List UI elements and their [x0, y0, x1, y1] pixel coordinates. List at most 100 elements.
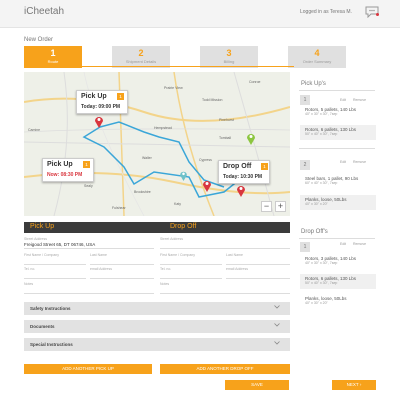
field-placeholder: email Address: [226, 267, 248, 271]
documents-accordion[interactable]: Documents: [24, 320, 290, 333]
callout-time: Now: 08:30 PM: [47, 172, 83, 178]
map-label: Brookshire: [134, 190, 151, 194]
divider: [299, 148, 375, 149]
map-label: Camine: [28, 128, 41, 132]
field-placeholder: email Address: [90, 267, 112, 271]
pickup-tel-field[interactable]: Tel. no.: [24, 266, 86, 279]
callout-title: Drop Off: [223, 163, 252, 170]
pickup-callout[interactable]: Pick Up 1 Now: 08:30 PM: [42, 158, 94, 182]
route-map[interactable]: Todd Mission Hempstead Brookshire Katy C…: [24, 72, 290, 216]
step-label: Route: [47, 59, 59, 64]
dropoff-tel-field[interactable]: Tel. no.: [160, 266, 222, 279]
accordion-label: Special Instructions: [30, 342, 73, 347]
step-progress-line: [30, 66, 294, 67]
remove-link[interactable]: Remove: [353, 98, 366, 102]
callout-title: Pick Up: [47, 161, 73, 168]
pickup-callout[interactable]: Pick Up 1 Today: 09:00 PM: [76, 90, 128, 114]
app-title: iCheetah: [24, 6, 65, 17]
map-label: Todd Mission: [202, 98, 223, 102]
pickup-notes-field[interactable]: Notes: [24, 281, 154, 294]
pickup-last-name-field[interactable]: Last Name: [90, 252, 154, 265]
dropoff-marker-icon[interactable]: [236, 184, 246, 197]
field-placeholder: Last Name: [226, 253, 243, 257]
pickup-street-field[interactable]: Street Address Freigood Street 65, DT 06…: [24, 236, 154, 249]
step-number: 4: [314, 48, 320, 58]
list-item: Rotors, 6 pallets, 130 Lbs 50" x 40" x 3…: [305, 127, 375, 136]
pickup-header: Pick Up: [30, 223, 55, 230]
safety-instructions-accordion[interactable]: Safety Instructions: [24, 302, 290, 315]
item-dims: 40" x 30" x 20": [305, 301, 328, 305]
map-label: Katy: [174, 202, 182, 206]
accordion-label: Safety Instructions: [30, 306, 71, 311]
logged-in-user[interactable]: Logged in as Teresa M.: [300, 9, 352, 15]
special-instructions-accordion[interactable]: Special Instructions: [24, 338, 290, 351]
dropoff-email-field[interactable]: email Address: [226, 266, 290, 279]
field-placeholder: Last Name: [90, 253, 107, 257]
dropoff-first-name-field[interactable]: First Name / Company: [160, 252, 222, 265]
pickup-marker-icon[interactable]: [94, 115, 104, 128]
step-number: 1: [50, 48, 56, 58]
step-order-summary[interactable]: 4 Order Summary: [288, 46, 346, 68]
field-placeholder: Street Address: [24, 237, 47, 241]
callout-time: Today: 09:00 PM: [81, 104, 121, 110]
callout-title: Pick Up: [81, 93, 107, 100]
page-title: New Order: [24, 37, 54, 43]
chat-bubble-icon[interactable]: [365, 6, 379, 18]
step-label: Order Summary: [302, 59, 332, 64]
list-item: Planks, loose, 50Lbs 40" x 30" x 20": [305, 296, 375, 305]
dropoff-header: Drop Off: [170, 223, 197, 230]
field-placeholder: First Name / Company: [24, 253, 60, 257]
callout-badge: 1: [83, 161, 90, 168]
dropoff-callout[interactable]: Drop Off 1 Today: 10:30 PM: [218, 160, 270, 184]
edit-link[interactable]: Edit: [340, 160, 346, 164]
callout-badge: 1: [117, 93, 124, 100]
chevron-right-icon: ›: [359, 382, 362, 387]
field-placeholder: Street Address: [160, 237, 183, 241]
divider: [299, 238, 375, 239]
remove-link[interactable]: Remove: [353, 160, 366, 164]
list-item: Rotors, 6 pallets, 130 Lbs 50" x 40" x 3…: [305, 276, 375, 285]
zoom-in-button[interactable]: +: [275, 201, 286, 212]
add-another-dropoff-button[interactable]: ADD ANOTHER DROP OFF: [160, 364, 290, 374]
item-dims: 40" x 30" x 30", 7sep: [305, 261, 338, 265]
divider: [299, 90, 375, 91]
dropoff-notes-field[interactable]: Notes: [160, 281, 290, 294]
item-dims: 50" x 40" x 30", 7sep: [305, 132, 338, 136]
field-value: Freigood Street 65, DT 06746, USA: [24, 242, 96, 247]
item-dims: 60" x 40" x 30", 7sep: [305, 181, 338, 185]
field-placeholder: Tel. no.: [24, 267, 36, 271]
step-route[interactable]: 1 Route: [24, 46, 82, 68]
map-label: Waller: [142, 156, 152, 160]
step-number: 2: [138, 48, 144, 58]
location-marker-icon[interactable]: [246, 132, 256, 145]
zoom-out-button[interactable]: −: [261, 201, 272, 212]
dropoff-marker-icon[interactable]: [202, 179, 212, 192]
step-shipment-details[interactable]: 2 Shipment Details: [112, 46, 170, 68]
next-button[interactable]: NEXT ›: [332, 380, 376, 390]
map-label: Fulshear: [112, 206, 126, 210]
item-dims: 50" x 40" x 30", 7sep: [305, 281, 338, 285]
location-marker-icon[interactable]: [179, 170, 188, 181]
dropoffs-panel-title: Drop Off's: [301, 229, 328, 235]
next-label: NEXT: [346, 382, 359, 387]
field-placeholder: First Name / Company: [160, 253, 196, 257]
top-header: iCheetah Logged in as Teresa M.: [0, 0, 400, 28]
item-dims: 40" x 30" x 30", 7sep: [305, 112, 338, 116]
step-billing[interactable]: 3 Billing: [200, 46, 258, 68]
map-label: Prairie View: [164, 86, 183, 90]
pickup-email-field[interactable]: email Address: [90, 266, 154, 279]
add-another-pickup-button[interactable]: ADD ANOTHER PICK UP: [24, 364, 152, 374]
step-number: 3: [226, 48, 232, 58]
pickups-panel-title: Pick Up's: [301, 81, 326, 87]
map-label: Tomball: [219, 136, 232, 140]
dropoff-last-name-field[interactable]: Last Name: [226, 252, 290, 265]
chevron-down-icon: [274, 341, 280, 345]
edit-link[interactable]: Edit: [340, 98, 346, 102]
remove-link[interactable]: Remove: [353, 242, 366, 246]
pickup-first-name-field[interactable]: First Name / Company: [24, 252, 86, 265]
save-button[interactable]: SAVE: [225, 380, 289, 390]
chevron-down-icon: [274, 323, 280, 327]
field-placeholder: Notes: [24, 282, 34, 286]
edit-link[interactable]: Edit: [340, 242, 346, 246]
dropoff-street-field[interactable]: Street Address: [160, 236, 290, 249]
